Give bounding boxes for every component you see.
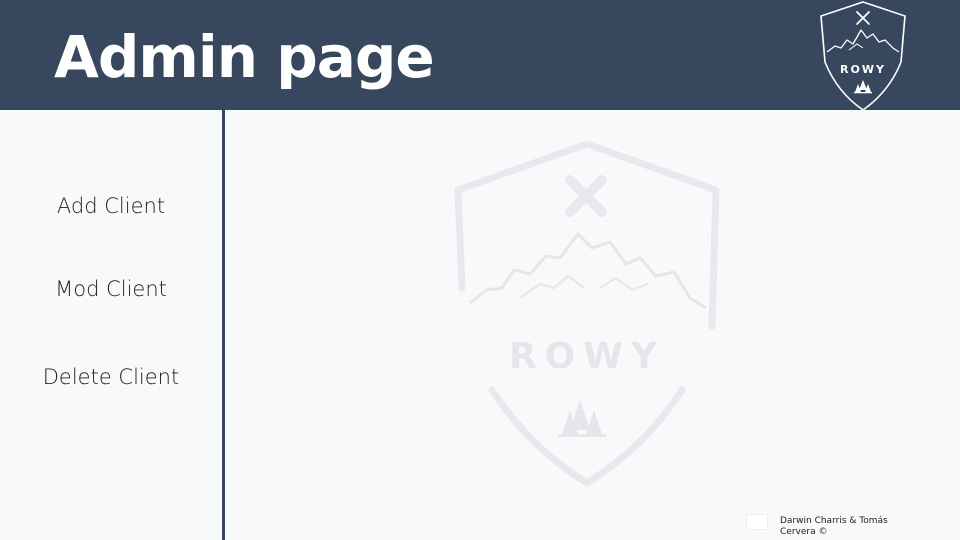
add-client-button[interactable]: Add Client	[0, 194, 222, 218]
sidebar-divider	[222, 110, 225, 540]
logo-text: ROWY	[840, 63, 886, 76]
sidebar: Add Client Mod Client Delete Client	[0, 110, 222, 540]
header-bar: Admin page ROWY	[0, 0, 960, 112]
footer-box	[746, 514, 768, 530]
page-title: Admin page	[54, 23, 435, 91]
rowy-watermark-icon: ROWY	[450, 138, 725, 488]
watermark-text: ROWY	[509, 336, 665, 377]
footer-credit: Darwin Charris & Tomás Cervera ©	[780, 516, 888, 537]
delete-client-button[interactable]: Delete Client	[0, 365, 222, 389]
admin-page: Admin page ROWY Add Client Mod Client De…	[0, 0, 960, 540]
mod-client-button[interactable]: Mod Client	[0, 277, 222, 301]
rowy-logo-icon: ROWY	[817, 0, 909, 112]
